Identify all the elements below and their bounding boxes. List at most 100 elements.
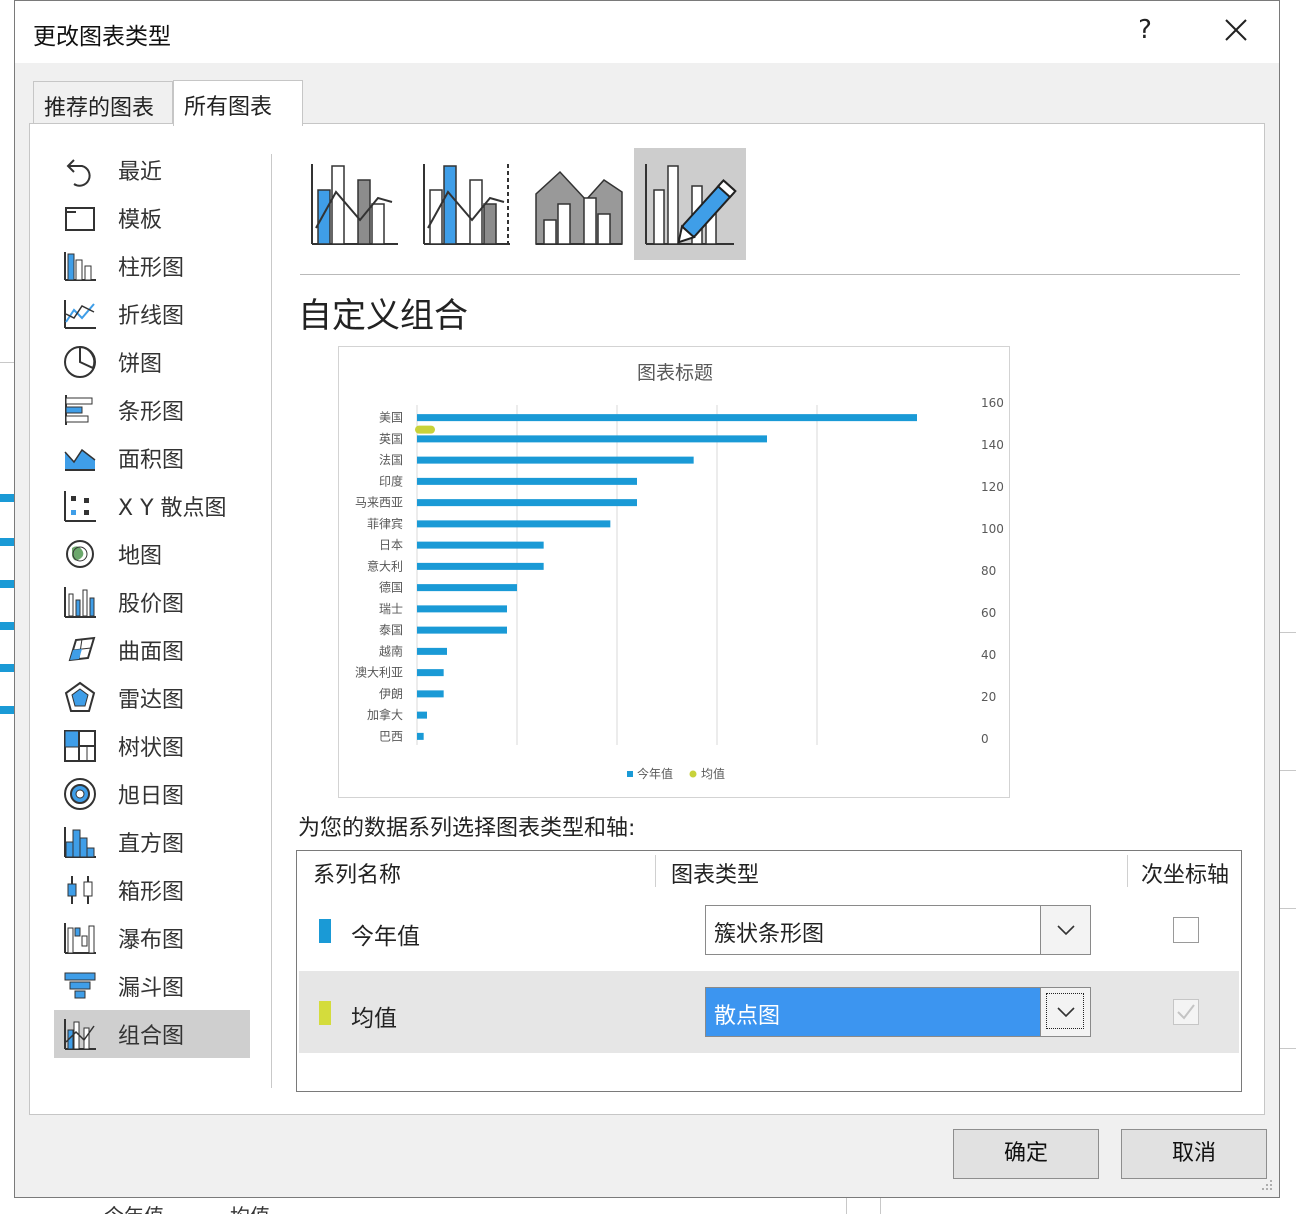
chart-type-value: 散点图 <box>714 1004 781 1029</box>
tab-label: 所有图表 <box>184 95 273 120</box>
category-label: 泰国 <box>379 623 403 637</box>
nav-item-template-folder[interactable]: 模板 <box>54 194 250 242</box>
series-row-average[interactable]: 均值 散点图 <box>299 971 1239 1053</box>
stock-chart-icon <box>62 584 98 620</box>
column-header-secondary-axis: 次坐标轴 <box>1141 863 1230 888</box>
legend-swatch <box>689 770 697 778</box>
nav-item-combo-chart[interactable]: 组合图 <box>54 1010 250 1058</box>
preview-chart-svg: 图表标题美国英国法国印度马来西亚菲律宾日本意大利德国瑞士泰国越南澳大利亚伊朗加拿… <box>355 362 1004 781</box>
secondary-axis-tick: 20 <box>981 690 996 704</box>
waterfall-chart-icon <box>62 920 98 956</box>
dropdown-button[interactable] <box>1040 988 1090 1036</box>
background-divider <box>1280 632 1296 633</box>
category-label: 法国 <box>379 453 403 467</box>
nav-item-histogram-chart[interactable]: 直方图 <box>54 818 250 866</box>
title-bar[interactable]: 更改图表类型 ? <box>15 1 1279 63</box>
stacked-area-clustered-column-icon <box>535 170 623 245</box>
nav-item-pie-chart[interactable]: 饼图 <box>54 338 250 386</box>
resize-grip-icon[interactable] <box>1259 1177 1273 1191</box>
bar <box>417 477 637 485</box>
chart-category-list: 最近模板柱形图折线图饼图条形图面积图 X Y 散点图地图 股价图曲面图雷达图树状图旭… <box>54 146 250 1058</box>
legend-label: 今年值 <box>637 766 673 781</box>
column-divider <box>655 855 656 887</box>
nav-item-box-whisker-chart[interactable]: 箱形图 <box>54 866 250 914</box>
secondary-axis-checkbox[interactable] <box>1173 917 1199 943</box>
column-chart-icon <box>62 248 98 284</box>
nav-item-treemap-chart[interactable]: 树状图 <box>54 722 250 770</box>
tab-recommended-charts[interactable]: 推荐的图表 <box>33 81 173 125</box>
background-divider <box>1280 908 1296 909</box>
background-divider <box>846 1198 847 1214</box>
series-config-label: 为您的数据系列选择图表类型和轴: <box>298 816 636 841</box>
bar <box>417 732 424 740</box>
combo-chart-icon <box>62 1016 98 1052</box>
nav-item-label: 模板 <box>118 208 163 233</box>
nav-item-line-chart[interactable]: 折线图 <box>54 290 250 338</box>
scatter-chart-icon <box>62 488 98 524</box>
chevron-down-icon <box>1056 925 1075 936</box>
nav-item-scatter-chart[interactable]: X Y 散点图 <box>54 482 250 530</box>
nav-item-label: 组合图 <box>118 1024 185 1049</box>
nav-item-bar-chart[interactable]: 条形图 <box>54 386 250 434</box>
line-chart-icon <box>62 296 98 332</box>
cancel-button[interactable]: 取消 <box>1121 1129 1267 1179</box>
category-label: 巴西 <box>379 729 403 743</box>
chart-type-select[interactable]: 簇状条形图 <box>705 905 1091 955</box>
close-button[interactable] <box>1219 13 1253 47</box>
series-row-current-value[interactable]: 今年值 簇状条形图 <box>299 889 1239 971</box>
nav-item-label: 面积图 <box>118 448 185 473</box>
category-label: 伊朗 <box>379 687 403 701</box>
nav-item-waterfall-chart[interactable]: 瀑布图 <box>54 914 250 962</box>
nav-item-label: 饼图 <box>118 352 163 377</box>
nav-item-label: X Y 散点图 <box>118 496 227 521</box>
nav-item-radar-chart[interactable]: 雷达图 <box>54 674 250 722</box>
focus-ring <box>1046 993 1084 1029</box>
column-divider <box>1127 855 1128 887</box>
category-label: 菲律宾 <box>367 516 403 531</box>
nav-item-funnel-chart[interactable]: 漏斗图 <box>54 962 250 1010</box>
clustered-column-line-secondary-axis-icon <box>423 164 510 245</box>
bar <box>417 711 427 719</box>
help-button[interactable]: ? <box>1133 15 1157 45</box>
ok-button[interactable]: 确定 <box>953 1129 1099 1179</box>
secondary-axis-tick: 140 <box>981 438 1004 452</box>
series-color-swatch <box>319 919 331 943</box>
subtype-stacked-area-clustered-column[interactable] <box>522 148 634 260</box>
nav-item-label: 漏斗图 <box>118 976 185 1001</box>
bar <box>417 584 517 592</box>
category-label: 英国 <box>379 432 403 446</box>
nav-item-label: 最近 <box>118 160 163 185</box>
category-label: 日本 <box>379 538 403 552</box>
chart-type-select[interactable]: 散点图 <box>705 987 1091 1037</box>
category-label: 加拿大 <box>367 707 403 722</box>
dropdown-button[interactable] <box>1040 906 1090 954</box>
close-icon <box>1225 19 1247 41</box>
bar <box>417 414 917 422</box>
secondary-axis-checkbox[interactable] <box>1173 999 1199 1025</box>
nav-item-label: 折线图 <box>118 304 185 329</box>
nav-item-column-chart[interactable]: 柱形图 <box>54 242 250 290</box>
subtype-clustered-column-line[interactable] <box>298 148 410 260</box>
custom-combination-icon <box>645 164 737 245</box>
tab-all-charts[interactable]: 所有图表 <box>173 80 303 126</box>
nav-item-stock-chart[interactable]: 股价图 <box>54 578 250 626</box>
bar <box>417 669 444 677</box>
subtype-clustered-column-line-secondary-axis[interactable] <box>410 148 522 260</box>
legend-label: 均值 <box>701 766 725 781</box>
nav-item-recent[interactable]: 最近 <box>54 146 250 194</box>
map-chart-icon <box>62 536 98 572</box>
subtype-custom-combination[interactable] <box>634 148 746 260</box>
nav-item-area-chart[interactable]: 面积图 <box>54 434 250 482</box>
nav-item-label: 雷达图 <box>118 688 185 713</box>
nav-item-surface-chart[interactable]: 曲面图 <box>54 626 250 674</box>
background-divider <box>1280 770 1296 771</box>
nav-item-label: 曲面图 <box>118 640 185 665</box>
nav-item-sunburst-chart[interactable]: 旭日图 <box>54 770 250 818</box>
bar <box>417 499 637 507</box>
box-whisker-chart-icon <box>62 872 98 908</box>
nav-item-label: 旭日图 <box>118 784 185 809</box>
chart-type-value: 簇状条形图 <box>714 922 825 947</box>
category-label: 瑞士 <box>379 602 403 616</box>
nav-item-map-chart[interactable]: 地图 <box>54 530 250 578</box>
category-label: 越南 <box>379 643 403 658</box>
